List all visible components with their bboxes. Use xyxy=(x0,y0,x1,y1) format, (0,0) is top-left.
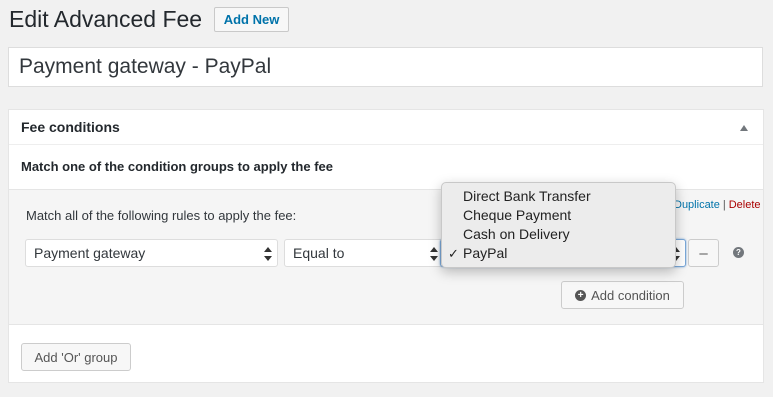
dropdown-option-label: PayPal xyxy=(463,245,508,261)
plus-circle-icon: + xyxy=(575,289,587,301)
dropdown-option-label: Direct Bank Transfer xyxy=(463,188,591,204)
condition-operator-select[interactable]: Equal to xyxy=(284,239,444,267)
group-actions: Duplicate | Delete xyxy=(674,199,761,211)
condition-field-select[interactable]: Payment gateway xyxy=(25,239,278,267)
dropdown-option[interactable]: Cheque Payment xyxy=(442,206,675,225)
add-condition-button[interactable]: + Add condition xyxy=(561,281,684,309)
checkmark-icon: ✓ xyxy=(448,246,459,261)
add-new-button[interactable]: Add New xyxy=(214,7,289,32)
dropdown-option[interactable]: Cash on Delivery xyxy=(442,225,675,244)
dropdown-option-label: Cash on Delivery xyxy=(463,226,570,242)
remove-condition-button[interactable]: – xyxy=(688,239,719,267)
dropdown-option-selected[interactable]: ✓ PayPal xyxy=(442,244,675,263)
add-condition-label: Add condition xyxy=(591,287,670,303)
condition-groups-intro: Match one of the condition groups to app… xyxy=(21,159,333,174)
dropdown-option-label: Cheque Payment xyxy=(463,207,572,223)
link-separator: | xyxy=(722,199,726,211)
dropdown-option[interactable]: Direct Bank Transfer xyxy=(442,187,675,206)
gateway-dropdown-menu: Direct Bank Transfer Cheque Payment Cash… xyxy=(441,182,676,268)
collapse-arrow-icon[interactable] xyxy=(740,125,748,131)
fee-conditions-header[interactable] xyxy=(9,110,763,145)
help-icon[interactable]: ? xyxy=(733,247,744,258)
select-arrows-icon xyxy=(430,247,438,261)
fee-conditions-title: Fee conditions xyxy=(21,119,120,135)
condition-field-value: Payment gateway xyxy=(34,245,146,261)
condition-group-description: Match all of the following rules to appl… xyxy=(26,208,297,223)
condition-operator-value: Equal to xyxy=(293,245,345,261)
duplicate-group-link[interactable]: Duplicate xyxy=(674,199,720,211)
select-arrows-icon xyxy=(264,247,272,261)
delete-group-link[interactable]: Delete xyxy=(729,199,761,211)
page-title: Edit Advanced Fee xyxy=(9,6,203,32)
add-or-group-button[interactable]: Add 'Or' group xyxy=(21,343,131,371)
fee-title-input[interactable]: Payment gateway - PayPal xyxy=(8,47,763,87)
